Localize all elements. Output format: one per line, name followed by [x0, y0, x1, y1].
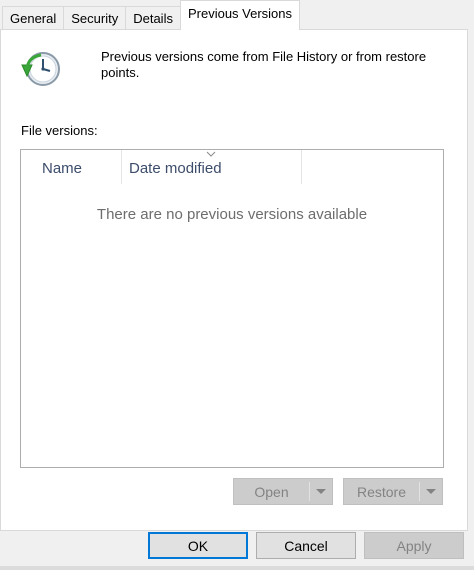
info-text: Previous versions come from File History… — [101, 49, 427, 80]
tab-bar: General Security Details Previous Versio… — [0, 0, 474, 30]
tab-previous-versions[interactable]: Previous Versions — [179, 0, 301, 30]
tab-details[interactable]: Details — [125, 6, 181, 30]
open-dropdown-button[interactable] — [310, 479, 332, 504]
file-versions-list[interactable]: Name Date modified There are no previous… — [20, 149, 444, 468]
tab-security[interactable]: Security — [63, 6, 127, 30]
restore-button[interactable]: Restore — [344, 479, 419, 504]
restore-dropdown-button[interactable] — [420, 479, 442, 504]
file-versions-label: File versions: — [21, 123, 98, 138]
triangle-down-icon — [316, 489, 326, 494]
restore-split-button[interactable]: Restore — [343, 478, 443, 505]
triangle-down-icon — [426, 489, 436, 494]
empty-message: There are no previous versions available — [96, 206, 368, 223]
open-split-button[interactable]: Open — [233, 478, 333, 505]
column-header-name[interactable]: Name — [42, 150, 122, 184]
sort-chevron-down-icon — [206, 151, 216, 157]
restore-clock-icon — [21, 52, 60, 86]
column-separator[interactable] — [121, 150, 122, 184]
cancel-button[interactable]: Cancel — [256, 532, 356, 559]
ok-button[interactable]: OK — [148, 532, 248, 559]
open-button[interactable]: Open — [234, 479, 309, 504]
column-separator[interactable] — [301, 150, 302, 184]
apply-button[interactable]: Apply — [364, 532, 464, 559]
properties-dialog: General Security Details Previous Versio… — [0, 0, 474, 570]
bottom-edge — [0, 566, 474, 570]
tab-general[interactable]: General — [2, 6, 65, 30]
